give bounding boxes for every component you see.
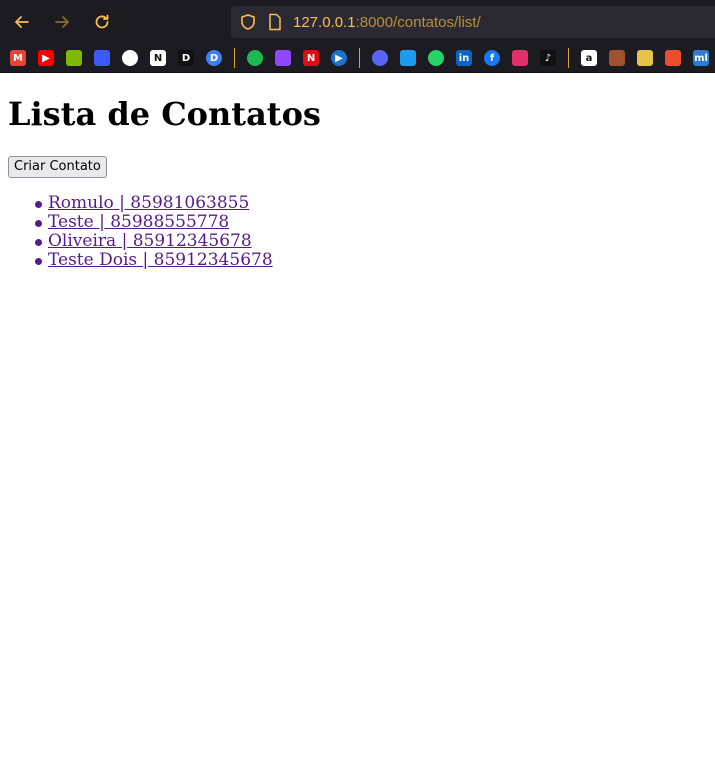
linkedin-icon[interactable]: in (456, 50, 472, 66)
monkey-icon[interactable] (609, 50, 625, 66)
shopee-icon[interactable] (665, 50, 681, 66)
address-bar[interactable]: 127.0.0.1:8000/contatos/list/ (231, 6, 715, 38)
browser-toolbar: 127.0.0.1:8000/contatos/list/ (0, 0, 715, 44)
bookmark-separator (359, 48, 360, 68)
youtube-icon[interactable]: ▶ (38, 50, 54, 66)
list-item: Teste | 85988555778 (35, 212, 707, 232)
bookmark-separator (234, 48, 235, 68)
page-icon[interactable] (267, 13, 283, 31)
url-path: :8000/contatos/list/ (355, 13, 481, 31)
gmail-icon[interactable]: M (10, 50, 26, 66)
facebook-icon[interactable]: f (484, 50, 500, 66)
notion-icon[interactable]: N (150, 50, 166, 66)
forward-arrow-icon (55, 16, 69, 28)
bookmark-separator (568, 48, 569, 68)
twitter-icon[interactable] (400, 50, 416, 66)
url-host: 127.0.0.1 (293, 13, 356, 31)
play-icon[interactable]: ▶ (331, 50, 347, 66)
netflix-icon[interactable]: N (303, 50, 319, 66)
contact-list: Romulo | 85981063855 Teste | 85988555778… (8, 193, 707, 270)
twitch-icon[interactable] (275, 50, 291, 66)
instagram-icon[interactable] (512, 50, 528, 66)
discord-icon[interactable] (372, 50, 388, 66)
forward-button[interactable] (44, 4, 80, 40)
reload-button[interactable] (84, 4, 120, 40)
amazon-icon[interactable]: a (581, 50, 597, 66)
contact-link[interactable]: Teste Dois | 85912345678 (48, 250, 273, 270)
microsoft-icon[interactable] (66, 50, 82, 66)
list-item: Romulo | 85981063855 (35, 193, 707, 213)
shield-icon[interactable] (239, 13, 257, 31)
list-item: Oliveira | 85912345678 (35, 231, 707, 251)
back-arrow-icon (15, 16, 29, 28)
contact-link[interactable]: Romulo | 85981063855 (48, 193, 249, 213)
create-contact-button[interactable]: Criar Contato (8, 155, 107, 178)
spotify-icon[interactable] (247, 50, 263, 66)
tiktok-icon[interactable]: ♪ (540, 50, 556, 66)
github-icon[interactable] (122, 50, 138, 66)
url-text[interactable]: 127.0.0.1:8000/contatos/list/ (293, 14, 481, 31)
discord-alt-icon[interactable] (94, 50, 110, 66)
dio-icon[interactable]: D (178, 50, 194, 66)
reload-icon (95, 14, 109, 29)
mercadolivre-icon[interactable]: ml (693, 50, 709, 66)
contact-link[interactable]: Teste | 85988555778 (48, 212, 229, 232)
bookmarks-bar: M ▶ N D D N ▶ in f ♪ a ml (0, 44, 715, 73)
whatsapp-icon[interactable] (428, 50, 444, 66)
page-title: Lista de Contatos (8, 95, 321, 133)
page-content: Lista de Contatos Criar Contato Romulo |… (0, 73, 715, 278)
back-button[interactable] (4, 4, 40, 40)
dio-blue-icon[interactable]: D (206, 50, 222, 66)
sandwich-icon[interactable] (637, 50, 653, 66)
contact-link[interactable]: Oliveira | 85912345678 (48, 231, 252, 251)
list-item: Teste Dois | 85912345678 (35, 250, 707, 270)
